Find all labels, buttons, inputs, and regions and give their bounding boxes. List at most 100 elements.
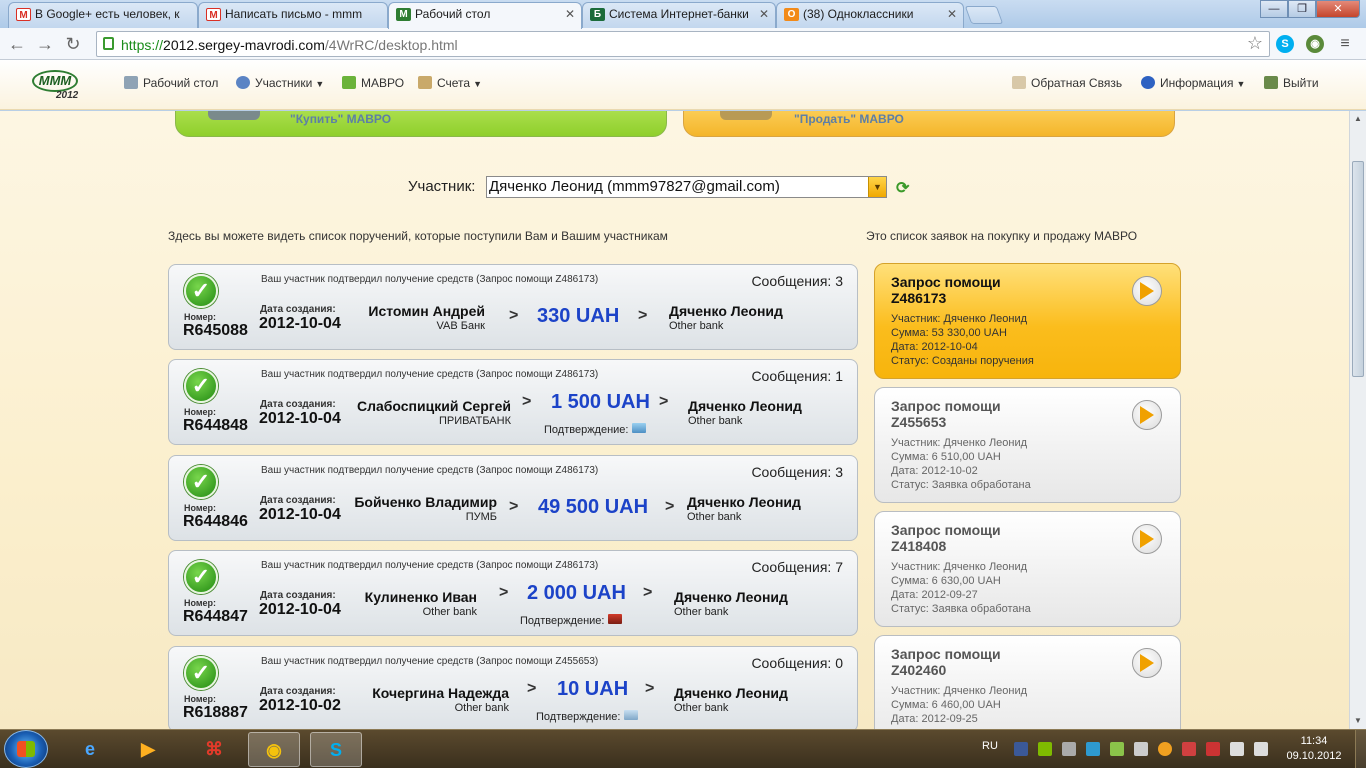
nav-mavro[interactable]: МАВРО	[342, 76, 404, 90]
show-desktop-button[interactable]	[1355, 730, 1366, 768]
arrow-right-icon[interactable]	[1132, 524, 1162, 554]
order-card[interactable]: ✓ Номер: R644847 Ваш участник подтвердил…	[168, 550, 858, 636]
back-icon[interactable]: ←	[6, 33, 28, 55]
scroll-up-icon[interactable]: ▲	[1350, 111, 1366, 127]
mmm-logo[interactable]: MMM 2012	[32, 68, 80, 104]
order-proof[interactable]: Подтверждение:	[536, 710, 639, 723]
request-participant: Участник: Дяченко Леонид	[891, 437, 1028, 449]
arrow-right-icon: >	[638, 307, 648, 324]
arrow-right-icon: >	[645, 680, 655, 697]
forward-icon[interactable]: →	[34, 33, 56, 55]
close-tab-icon[interactable]: ✕	[947, 7, 957, 21]
order-card[interactable]: ✓ Номер: R645088 Ваш участник подтвердил…	[168, 264, 858, 350]
order-card[interactable]: ✓ Номер: R618887 Ваш участник подтвердил…	[168, 646, 858, 729]
nav-info[interactable]: Информация ▼	[1141, 76, 1245, 90]
scroll-thumb[interactable]	[1352, 161, 1364, 377]
order-card[interactable]: ✓ Номер: R644848 Ваш участник подтвердил…	[168, 359, 858, 445]
browser-tab-5[interactable]: О (38) Одноклассники ✕	[776, 2, 964, 28]
request-card[interactable]: Запрос помощи Z486173 Участник: Дяченко Л…	[874, 263, 1181, 379]
chevron-down-icon[interactable]: ▼	[868, 177, 886, 197]
order-date: 2012-10-04	[259, 506, 341, 523]
page-scrollbar[interactable]: ▲ ▼	[1349, 111, 1366, 729]
sell-label: "Продать" МАВРО	[794, 112, 904, 126]
volume-icon[interactable]	[1230, 742, 1244, 756]
browser-toolbar: ← → ↻ https://2012.sergey-mavrodi.com/4W…	[0, 28, 1366, 60]
reload-icon[interactable]: ↻	[62, 33, 84, 55]
language-indicator[interactable]: RU	[982, 740, 998, 752]
scroll-down-icon[interactable]: ▼	[1350, 713, 1366, 729]
tray-app-icon[interactable]	[1134, 742, 1148, 756]
buy-label: "Купить" МАВРО	[290, 112, 392, 126]
nav-logout[interactable]: Выйти	[1264, 76, 1319, 90]
sell-mavro-button[interactable]: "Продать" МАВРО	[683, 111, 1175, 137]
buy-mavro-button[interactable]: "Купить" МАВРО	[175, 111, 667, 137]
checkmark-icon: ✓	[184, 560, 218, 594]
skype-icon[interactable]: S	[1276, 35, 1294, 53]
request-title: Запрос помощи Z486173	[891, 274, 1001, 306]
arrow-right-icon[interactable]	[1132, 276, 1162, 306]
skype-icon[interactable]: S	[310, 732, 362, 767]
close-tab-icon[interactable]: ✕	[565, 7, 575, 21]
nav-desktop[interactable]: Рабочий стол	[124, 76, 218, 90]
chrome-icon[interactable]: ◉	[248, 732, 300, 767]
request-card[interactable]: Запрос помощи Z455653 Участник: Дяченко Л…	[874, 387, 1181, 503]
tray-app-icon[interactable]	[1110, 742, 1124, 756]
nav-feedback[interactable]: Обратная Связь	[1012, 76, 1122, 90]
request-card[interactable]: Запрос помощи Z418408 Участник: Дяченко Л…	[874, 511, 1181, 627]
ie-icon[interactable]: e	[64, 732, 116, 767]
order-status: Ваш участник подтвердил получение средст…	[261, 560, 599, 571]
minimize-button[interactable]: —	[1260, 0, 1288, 18]
maximize-button[interactable]: ❐	[1288, 0, 1316, 18]
order-receiver-bank: Other bank	[687, 511, 742, 523]
order-sender-bank: ПРИВАТБАНК	[439, 415, 511, 427]
order-messages[interactable]: Сообщения: 3	[751, 273, 843, 289]
browser-tab-3[interactable]: M Рабочий стол ✕	[388, 2, 582, 29]
tray-app-icon[interactable]	[1062, 742, 1076, 756]
browser-tab-2[interactable]: M Написать письмо - mmm	[198, 2, 388, 28]
start-button[interactable]	[4, 730, 48, 768]
refresh-icon[interactable]: ⟳	[896, 178, 909, 198]
clock-date: 09.10.2012	[1286, 750, 1342, 762]
browser-tab-1[interactable]: M В Google+ есть человек, к	[8, 2, 198, 28]
image-icon[interactable]	[632, 423, 647, 433]
facebook-icon[interactable]	[1014, 742, 1028, 756]
network-icon[interactable]	[1206, 742, 1220, 756]
image-icon[interactable]	[608, 614, 623, 624]
order-messages[interactable]: Сообщения: 1	[751, 368, 843, 384]
windows-logo-icon	[17, 741, 35, 757]
new-tab-button[interactable]	[964, 6, 1004, 24]
browser-tab-4[interactable]: Б Система Интернет-банки ✕	[582, 2, 776, 28]
orders-intro: Здесь вы можете видеть список поручений,…	[168, 229, 668, 243]
image-icon[interactable]	[624, 710, 639, 720]
order-amount: 1 500 UAH	[551, 391, 650, 413]
eye-extension-icon[interactable]: ◉	[1306, 35, 1324, 53]
mmm-icon: M	[396, 8, 411, 21]
order-card[interactable]: ✓ Номер: R644846 Ваш участник подтвердил…	[168, 455, 858, 541]
close-tab-icon[interactable]: ✕	[759, 7, 769, 21]
participant-select[interactable]: Дяченко Леонид (mmm97827@gmail.com) ▼	[486, 176, 887, 198]
address-bar[interactable]: https://2012.sergey-mavrodi.com/4WrRC/de…	[96, 31, 1270, 57]
media-icon[interactable]: ▶	[122, 732, 174, 767]
tray-app-icon[interactable]	[1086, 742, 1100, 756]
request-sum: Сумма: 6 510,00 UAH	[891, 451, 1001, 463]
nav-accounts[interactable]: Счета ▼	[418, 76, 482, 90]
order-messages[interactable]: Сообщения: 0	[751, 655, 843, 671]
bookmark-star-icon[interactable]: ☆	[1247, 33, 1263, 54]
tray-app-icon[interactable]	[1158, 742, 1172, 756]
order-messages[interactable]: Сообщения: 3	[751, 464, 843, 480]
arrow-right-icon[interactable]	[1132, 648, 1162, 678]
order-messages[interactable]: Сообщения: 7	[751, 559, 843, 575]
arrow-right-icon[interactable]	[1132, 400, 1162, 430]
pdf-icon[interactable]: ⌘	[188, 732, 240, 767]
nav-participants[interactable]: Участники ▼	[236, 76, 324, 90]
close-window-button[interactable]: ✕	[1316, 0, 1360, 18]
network-icon[interactable]	[1254, 742, 1268, 756]
system-clock[interactable]: 11:34 09.10.2012	[1283, 734, 1345, 764]
tray-app-icon[interactable]	[1038, 742, 1052, 756]
order-proof[interactable]: Подтверждение:	[520, 614, 623, 627]
wrench-menu-icon[interactable]: ≡	[1336, 35, 1354, 53]
request-card[interactable]: Запрос помощи Z402460 Участник: Дяченко Л…	[874, 635, 1181, 729]
order-date: 2012-10-04	[259, 601, 341, 618]
tray-app-icon[interactable]	[1182, 742, 1196, 756]
order-proof[interactable]: Подтверждение:	[544, 423, 647, 436]
